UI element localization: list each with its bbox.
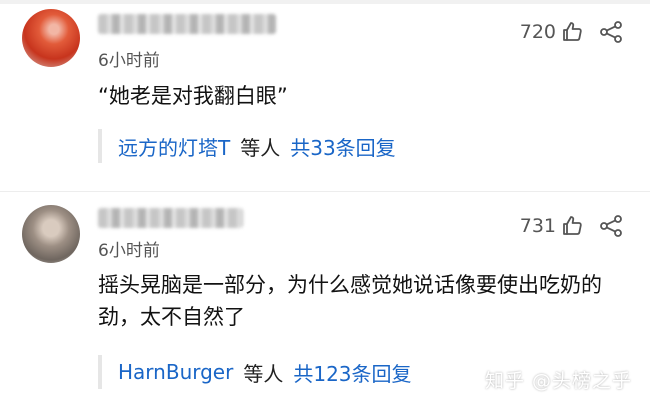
share-icon[interactable]: [598, 214, 624, 238]
comment-text: “她老是对我翻白眼”: [98, 84, 288, 108]
replies-link[interactable]: 远方的灯塔T 等人 共33条回复: [98, 129, 396, 163]
username-blurred[interactable]: [98, 208, 243, 228]
reply-username[interactable]: 远方的灯塔T: [118, 132, 230, 161]
avatar[interactable]: [22, 9, 80, 67]
comment-actions: 731: [520, 214, 624, 238]
comment-actions: 720: [520, 20, 624, 44]
avatar[interactable]: [22, 205, 80, 263]
comment-text: 摇头晃脑是一部分，为什么感觉她说话像要使出吃奶的劲，太不自然了: [98, 273, 602, 329]
reply-others-label: 等人: [240, 135, 281, 160]
comment-time: 6小时前: [98, 51, 160, 71]
watermark: 知乎 @头榜之乎: [484, 370, 632, 392]
reply-count[interactable]: 共123条回复: [293, 358, 411, 387]
reply-count[interactable]: 共33条回复: [290, 132, 395, 161]
username-blurred[interactable]: [98, 14, 276, 34]
like-count: 720: [519, 21, 556, 43]
thumbs-up-icon: [560, 20, 584, 44]
like-count: 731: [519, 215, 556, 237]
replies-link[interactable]: HarnBurger 等人 共123条回复: [98, 355, 412, 389]
like-button[interactable]: 731: [520, 214, 584, 238]
comment-divider: [0, 191, 650, 192]
comment-card: 6小时前 720 “她老是对我翻白眼” 远方的灯塔T 等人 共33条回复: [0, 0, 650, 190]
comment-time: 6小时前: [98, 241, 160, 261]
thumbs-up-icon: [560, 214, 584, 238]
like-button[interactable]: 720: [520, 20, 584, 44]
reply-others-label: 等人: [243, 361, 284, 386]
share-icon[interactable]: [598, 20, 624, 44]
reply-username[interactable]: HarnBurger: [118, 360, 233, 384]
